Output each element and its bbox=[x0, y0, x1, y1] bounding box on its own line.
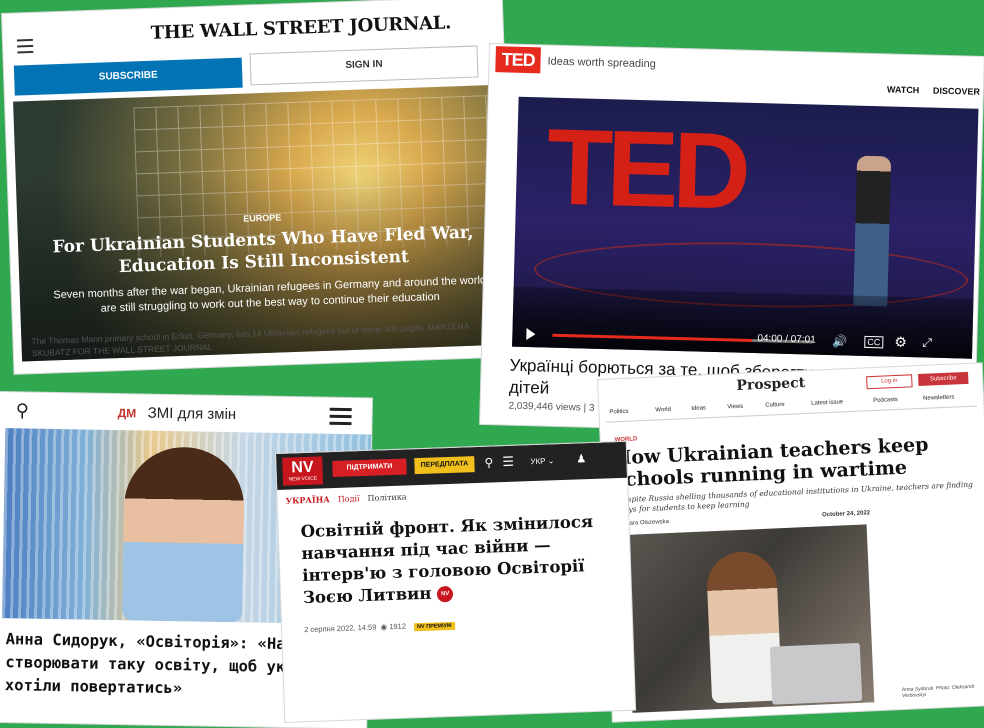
publish-date: October 24, 2022 bbox=[821, 510, 871, 519]
fullscreen-icon[interactable]: ⤢ bbox=[922, 335, 932, 350]
hamburger-menu-icon[interactable] bbox=[16, 38, 34, 58]
prospect-logo[interactable]: Prospect bbox=[736, 375, 805, 394]
breadcrumb-events[interactable]: Події bbox=[338, 494, 360, 504]
laptop bbox=[769, 642, 863, 705]
speaker-figure bbox=[853, 155, 892, 307]
article-meta: 2 серпня 2022, 14:59 ◉ 1912 NV ПРЕМІУМ bbox=[304, 620, 455, 634]
breadcrumb-politics[interactable]: Політика bbox=[367, 492, 406, 502]
play-icon[interactable] bbox=[526, 328, 536, 341]
hero-image: EUROPE For Ukrainian Students Who Have F… bbox=[13, 84, 512, 362]
chevron-down-icon: ⌄ bbox=[547, 456, 555, 466]
nv-logo[interactable]: NV NEW VOICE bbox=[282, 456, 324, 486]
nv-logo-subtitle: NEW VOICE bbox=[288, 475, 318, 483]
subscribe-button[interactable]: Subscribe bbox=[918, 371, 969, 387]
nav-item-politics[interactable]: Politics bbox=[609, 409, 628, 416]
portrait-figure bbox=[122, 446, 246, 623]
nv-logo-text: NV bbox=[291, 458, 314, 477]
breadcrumb-ukraine[interactable]: УКРАЇНА bbox=[285, 494, 329, 506]
ted-tagline: Ideas worth spreading bbox=[547, 55, 656, 71]
nv-premium-badge: NV bbox=[436, 585, 454, 602]
photo-caption: Anna Sydoruk. Photo: Oleksandr Verbovsky… bbox=[901, 683, 975, 700]
nav-item-culture[interactable]: Culture bbox=[765, 402, 785, 409]
time-readout: 04:00 / 07:01 bbox=[757, 333, 816, 346]
sign-in-button[interactable]: SIGN IN bbox=[249, 45, 479, 86]
nav-item-podcasts[interactable]: Podcasts bbox=[873, 397, 898, 404]
language-label: УКР bbox=[530, 456, 546, 467]
view-count: 1912 bbox=[389, 621, 407, 632]
subscribe-button[interactable]: SUBSCRIBE bbox=[13, 57, 243, 96]
progress-bar-played[interactable] bbox=[552, 333, 753, 342]
view-count: 2,039,446 views | 3 bbox=[508, 400, 595, 414]
publish-date: 2 серпня 2022, 14:59 bbox=[303, 622, 377, 635]
settings-gear-icon[interactable]: ⚙ bbox=[894, 334, 907, 351]
prospect-article-card: Prospect Log in Subscribe Politics World… bbox=[598, 363, 984, 722]
support-button[interactable]: ПІДТРИМАТИ bbox=[332, 458, 407, 478]
dm-logo[interactable]: ДМ bbox=[118, 406, 137, 420]
stage-ted-letters: TED bbox=[545, 105, 747, 232]
wsj-logo[interactable]: THE WALL STREET JOURNAL. bbox=[150, 12, 451, 43]
nav-item-views[interactable]: Views bbox=[727, 404, 743, 411]
dm-tagline: ЗМІ для змін bbox=[147, 404, 237, 424]
article-photo bbox=[624, 524, 875, 713]
volume-icon[interactable]: 🔊 bbox=[832, 334, 847, 348]
language-selector[interactable]: УКР ⌄ bbox=[530, 456, 554, 466]
nav-item-ideas[interactable]: Ideas bbox=[691, 405, 706, 412]
search-icon[interactable]: ⚲ bbox=[15, 400, 30, 421]
nav-item-newsletters[interactable]: Newsletters bbox=[923, 394, 955, 401]
nv-article-card: NV NEW VOICE ПІДТРИМАТИ ПЕРЕДПЛАТА ⚲ ☰ У… bbox=[276, 441, 636, 722]
video-player[interactable]: TED 04:00 / 07:01 🔊 CC ⚙ ⤢ bbox=[512, 96, 979, 359]
login-button[interactable]: Log in bbox=[866, 374, 913, 390]
prospect-nav: Politics World Ideas Views Culture Lates… bbox=[605, 393, 978, 423]
nav-item-world[interactable]: World bbox=[655, 407, 671, 414]
nav-discover[interactable]: DISCOVER bbox=[933, 86, 980, 97]
subscribe-button[interactable]: ПЕРЕДПЛАТА bbox=[414, 456, 475, 475]
nav-item-latest-issue[interactable]: Latest issue bbox=[811, 399, 843, 406]
wsj-article-card: THE WALL STREET JOURNAL. SUBSCRIBE SIGN … bbox=[2, 0, 515, 374]
nav-watch[interactable]: WATCH bbox=[887, 84, 920, 95]
hamburger-menu-icon[interactable] bbox=[329, 407, 352, 429]
ted-logo[interactable]: TED bbox=[495, 46, 541, 74]
eye-icon: ◉ bbox=[380, 622, 388, 632]
captions-icon[interactable]: CC bbox=[864, 335, 884, 349]
premium-tag[interactable]: NV ПРЕМІУМ bbox=[413, 621, 455, 632]
article-headline[interactable]: Освітній фронт. Як змінилося навчання пі… bbox=[300, 510, 613, 609]
breadcrumb: УКРАЇНА Події Політика bbox=[285, 491, 406, 505]
search-icon[interactable]: ⚲ bbox=[484, 455, 493, 469]
menu-icon[interactable]: ☰ bbox=[502, 454, 514, 470]
user-icon[interactable]: ♟ bbox=[576, 452, 586, 465]
